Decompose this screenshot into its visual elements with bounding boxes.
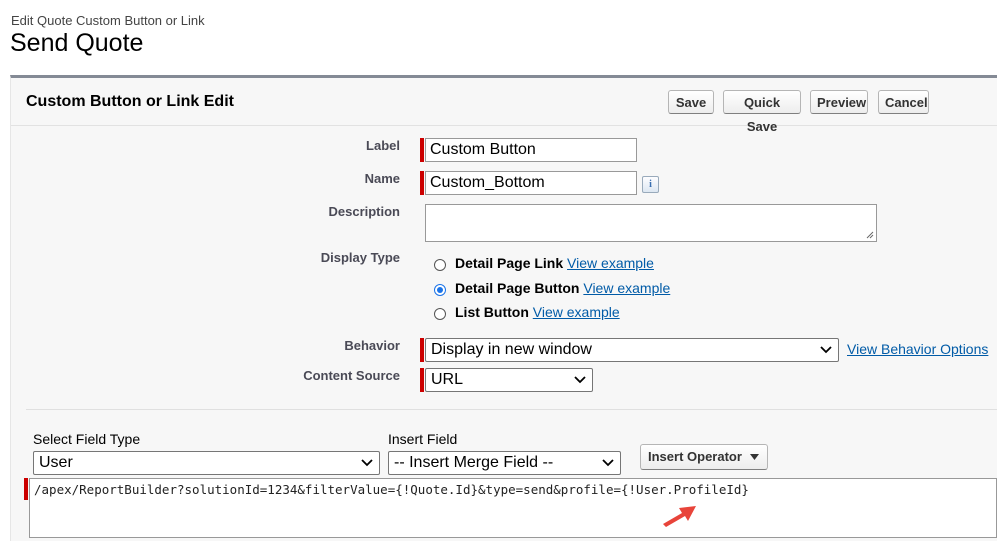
preview-button[interactable]: Preview	[810, 90, 868, 114]
required-indicator	[420, 368, 424, 392]
label-input[interactable]: Custom Button	[425, 138, 637, 162]
content-source-select[interactable]: URL	[425, 368, 593, 392]
content-source-field-label: Content Source	[303, 368, 400, 383]
quick-save-button[interactable]: Quick Save	[723, 90, 801, 134]
display-type-field-label: Display Type	[320, 250, 400, 265]
label-field-label: Label	[366, 138, 400, 153]
cancel-button[interactable]: Cancel	[878, 90, 929, 114]
detail-page-link-label: Detail Page Link	[455, 255, 564, 271]
list-button-radio[interactable]	[434, 308, 446, 320]
insert-merge-field-select[interactable]: -- Insert Merge Field --	[388, 451, 621, 475]
detail-page-button-view-example-link[interactable]: View example	[583, 280, 670, 296]
list-button-view-example-link[interactable]: View example	[533, 304, 620, 320]
description-textarea[interactable]	[425, 204, 877, 242]
chevron-down-icon	[602, 459, 614, 467]
info-icon[interactable]: i	[642, 176, 659, 193]
required-indicator	[24, 478, 28, 500]
breadcrumb: Edit Quote Custom Button or Link	[11, 13, 205, 28]
annotation-arrow-icon	[663, 506, 696, 527]
field-type-select-value: User	[39, 454, 73, 471]
insert-merge-field-select-value: -- Insert Merge Field --	[394, 454, 554, 471]
detail-page-link-view-example-link[interactable]: View example	[567, 255, 654, 271]
required-indicator	[420, 338, 424, 362]
panel-header: Custom Button or Link Edit Save Quick Sa…	[11, 78, 997, 134]
select-field-type-label: Select Field Type	[33, 431, 141, 447]
chevron-down-icon	[574, 376, 586, 384]
detail-page-button-label: Detail Page Button	[455, 280, 580, 296]
insert-operator-button[interactable]: Insert Operator	[640, 444, 768, 470]
name-field-label: Name	[364, 171, 400, 186]
page-title: Send Quote	[10, 29, 144, 57]
chevron-down-icon	[820, 346, 832, 354]
detail-page-button-radio[interactable]	[434, 284, 446, 296]
behavior-field-label: Behavior	[344, 338, 400, 353]
behavior-select[interactable]: Display in new window	[425, 338, 839, 362]
chevron-down-icon	[361, 459, 373, 467]
view-behavior-options-link[interactable]: View Behavior Options	[847, 341, 988, 357]
name-input[interactable]: Custom_Bottom	[425, 171, 637, 195]
required-indicator	[420, 171, 424, 195]
insert-operator-label: Insert Operator	[648, 449, 742, 464]
insert-field-label: Insert Field	[388, 431, 458, 447]
save-button[interactable]: Save	[668, 90, 714, 114]
detail-page-link-radio[interactable]	[434, 259, 446, 271]
list-button-label: List Button	[455, 304, 529, 320]
panel-title: Custom Button or Link Edit	[26, 93, 234, 110]
caret-down-icon	[750, 454, 759, 460]
formula-editor[interactable]: /apex/ReportBuilder?solutionId=1234&filt…	[29, 478, 997, 538]
resize-handle-icon[interactable]	[866, 231, 874, 239]
required-indicator	[420, 138, 424, 162]
section-divider	[26, 409, 997, 410]
content-source-select-value: URL	[431, 371, 464, 388]
field-type-select[interactable]: User	[33, 451, 380, 475]
description-field-label: Description	[328, 204, 400, 219]
behavior-select-value: Display in new window	[431, 341, 592, 358]
